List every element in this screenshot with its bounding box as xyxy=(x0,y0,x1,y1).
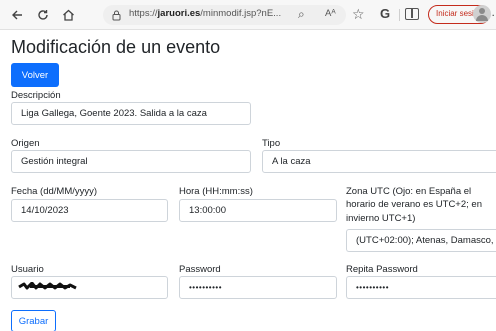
repita-password-input[interactable]: •••••••••• xyxy=(346,276,496,299)
avatar xyxy=(473,5,491,23)
read-aloud-icon[interactable]: Aᴬ xyxy=(325,8,336,19)
hora-input[interactable]: 13:00:00 xyxy=(179,199,337,222)
more-menu-icon[interactable]: … xyxy=(491,5,496,19)
address-url: https://jaruori.es/minmodif.jsp?nE... xyxy=(129,8,282,19)
descripcion-input[interactable]: Liga Gallega, Goente 2023. Salida a la c… xyxy=(11,102,251,125)
toolbar-divider xyxy=(399,9,400,21)
save-button[interactable]: Grabar xyxy=(11,310,56,331)
zona-select[interactable]: (UTC+02:00); Atenas, Damasco, E xyxy=(346,229,496,252)
usuario-label: Usuario xyxy=(11,264,44,275)
home-icon[interactable] xyxy=(59,6,77,24)
password-label: Password xyxy=(179,264,221,275)
zona-label-line2: horario de verano es UTC+2; en xyxy=(346,199,482,210)
page-title: Modificación de un evento xyxy=(11,37,221,57)
redacted-username-scribble xyxy=(18,282,77,290)
descripcion-label: Descripción xyxy=(11,90,61,101)
back-button[interactable]: Volver xyxy=(11,63,59,87)
split-screen-icon[interactable] xyxy=(405,8,419,20)
origen-select[interactable]: Gestión integral xyxy=(11,150,251,173)
refresh-icon[interactable] xyxy=(34,6,52,24)
tipo-select[interactable]: A la caza xyxy=(262,150,496,173)
zona-label-line3: invierno UTC+1) xyxy=(346,213,416,224)
hora-label: Hora (HH:mm:ss) xyxy=(179,186,253,197)
search-page-icon[interactable]: ⌕ xyxy=(298,7,305,22)
tipo-label: Tipo xyxy=(262,138,281,149)
fecha-input[interactable]: 14/10/2023 xyxy=(11,199,168,222)
address-bar[interactable]: https://jaruori.es/minmodif.jsp?nE... ⌕ … xyxy=(103,5,346,25)
back-arrow-icon[interactable] xyxy=(8,6,26,24)
origen-label: Origen xyxy=(11,138,40,149)
browser-toolbar: https://jaruori.es/minmodif.jsp?nE... ⌕ … xyxy=(0,0,496,30)
fecha-label: Fecha (dd/MM/yyyy) xyxy=(11,186,98,197)
password-input[interactable]: •••••••••• xyxy=(179,276,337,299)
extension-g-icon[interactable]: G xyxy=(380,6,390,21)
zona-label-line1: Zona UTC (Ojo: en España el xyxy=(346,186,472,197)
signin-button[interactable]: Iniciar sesión xyxy=(428,5,491,24)
lock-icon xyxy=(112,8,121,26)
favorite-star-icon[interactable]: ☆ xyxy=(352,6,365,23)
repita-password-label: Repita Password xyxy=(346,264,418,275)
